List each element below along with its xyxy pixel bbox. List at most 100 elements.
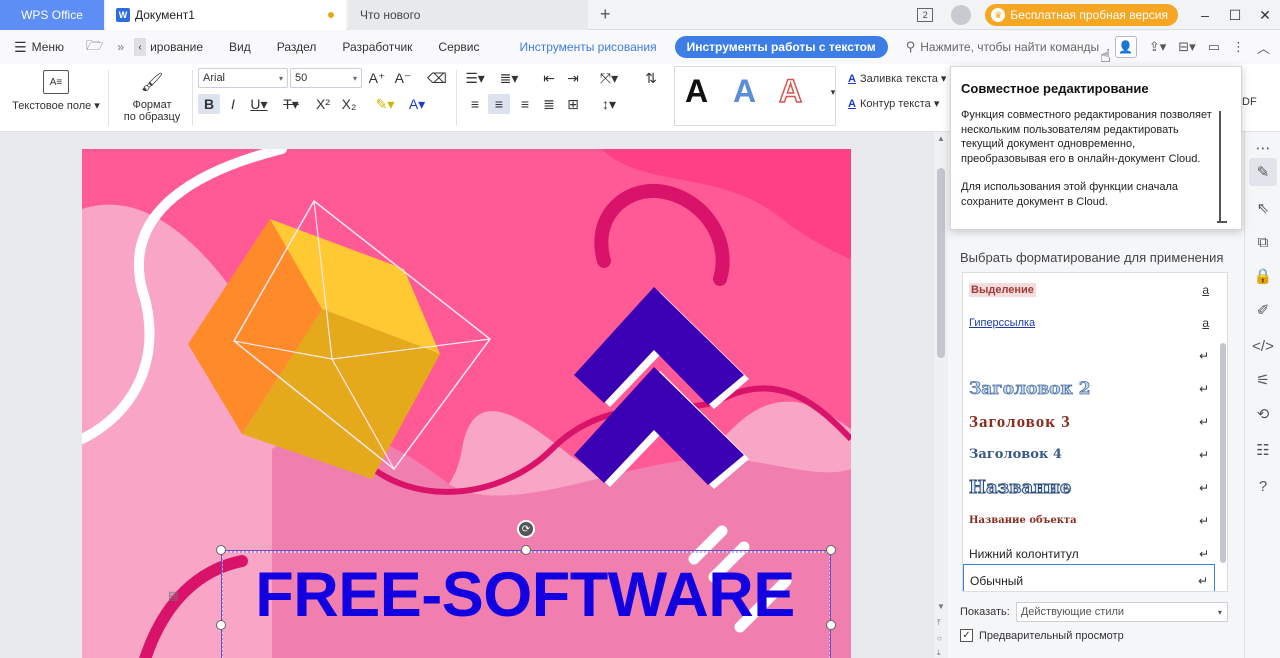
text-styles-gallery[interactable]: A A A xyxy=(674,66,836,126)
share-icon[interactable]: ⇪▾ xyxy=(1149,39,1166,55)
trial-button[interactable]: ♛ Бесплатная пробная версия xyxy=(985,4,1178,26)
bold-icon[interactable]: B xyxy=(198,94,220,114)
style-item-normal[interactable]: Обычный ↵ xyxy=(963,564,1215,591)
collaborate-icon[interactable]: 👤 xyxy=(1114,36,1137,58)
preview-checkbox-row[interactable]: ✓ Предварительный просмотр xyxy=(960,629,1124,642)
select-browse-icon[interactable]: ○ xyxy=(937,634,942,643)
style-item-title[interactable]: Название ↵ xyxy=(963,471,1215,504)
minimize-button[interactable]: – xyxy=(1190,7,1220,23)
align-center-icon[interactable]: ≡ xyxy=(488,94,510,114)
text-direction-icon[interactable]: ⤧▾ xyxy=(598,68,620,88)
rotate-handle-icon[interactable]: ⟳ xyxy=(517,520,535,538)
style-item-heading-2[interactable]: Заголовок 2 ↵ xyxy=(963,372,1215,405)
next-page-icon[interactable]: ⤓ xyxy=(937,648,941,658)
shrink-font-icon[interactable]: A⁻ xyxy=(392,68,414,88)
numbering-icon[interactable]: ≣▾ xyxy=(498,68,520,88)
scroll-left-icon[interactable]: ‹ xyxy=(134,38,147,56)
superscript-icon[interactable]: X² xyxy=(312,94,334,114)
strikethrough-icon[interactable]: T▾ xyxy=(280,94,302,114)
style-outline-a[interactable]: A xyxy=(778,72,803,110)
comment-icon[interactable]: ▭ xyxy=(1208,39,1220,55)
tab-whats-new[interactable]: Что нового xyxy=(348,0,588,30)
window-count-icon[interactable]: 2 xyxy=(917,8,934,22)
italic-icon[interactable]: I xyxy=(222,94,244,114)
line-spacing-icon[interactable]: ↕▾ xyxy=(598,94,620,114)
styles-list[interactable]: Выделение a Гиперссылка a ↵ Заголовок 2 … xyxy=(962,272,1228,592)
resize-handle[interactable] xyxy=(826,545,836,555)
styles-list-scrollbar[interactable] xyxy=(1220,343,1226,563)
maximize-button[interactable]: ☐ xyxy=(1220,7,1250,24)
scrollbar-thumb[interactable] xyxy=(937,168,945,358)
scroll-down-icon[interactable]: ▼ xyxy=(937,602,945,611)
menu-item-review[interactable]: ирование xyxy=(150,40,203,54)
headline-text[interactable]: FREE-SOFTWARE xyxy=(222,551,828,658)
settings-sliders-icon[interactable]: ⚟ xyxy=(1249,366,1277,394)
align-right-icon[interactable]: ≡ xyxy=(514,94,536,114)
resize-handle[interactable] xyxy=(216,545,226,555)
gallery-more-icon[interactable]: ▾ xyxy=(822,82,844,102)
style-item-blank[interactable]: ↵ xyxy=(963,339,1215,372)
clear-format-icon[interactable]: ⌫ xyxy=(426,68,448,88)
style-item-heading-3[interactable]: Заголовок 3 ↵ xyxy=(963,405,1215,438)
justify-icon[interactable]: ≣ xyxy=(538,94,560,114)
list-icon[interactable]: ☷ xyxy=(1249,436,1277,464)
document-page[interactable]: FREE-SOFTWARE ⟳ ▤ xyxy=(82,149,851,658)
resize-handle[interactable] xyxy=(521,545,531,555)
resize-handle[interactable] xyxy=(826,620,836,630)
scroll-up-icon[interactable]: ▲ xyxy=(937,134,945,143)
font-color-icon[interactable]: A▾ xyxy=(406,94,428,114)
tab-drawing-tools[interactable]: Инструменты рисования xyxy=(520,40,657,54)
show-filter-select[interactable]: Действующие стили ▾ xyxy=(1015,602,1228,622)
decrease-indent-icon[interactable]: ⇤ xyxy=(538,68,560,88)
prev-page-icon[interactable]: ⤒ xyxy=(937,618,941,628)
tab-text-tools[interactable]: Инструменты работы с текстом xyxy=(674,36,888,58)
text-fill-button[interactable]: A Заливка текста ▾ xyxy=(848,72,946,86)
main-menu-button[interactable]: ☰ Меню xyxy=(0,39,64,56)
history-icon[interactable]: ⟲ xyxy=(1249,400,1277,428)
highlight-icon[interactable]: ✎▾ xyxy=(374,94,396,114)
edit-doc-icon[interactable]: ✐ xyxy=(1249,296,1277,324)
preview-checkbox[interactable]: ✓ xyxy=(960,629,973,642)
bullets-icon[interactable]: ☰▾ xyxy=(464,68,486,88)
grow-font-icon[interactable]: A⁺ xyxy=(366,68,388,88)
menu-item-tools[interactable]: Сервис xyxy=(438,40,479,54)
underline-icon[interactable]: U▾ xyxy=(248,94,270,114)
pen-icon[interactable]: ✎ xyxy=(1249,158,1277,186)
increase-indent-icon[interactable]: ⇥ xyxy=(562,68,584,88)
subscript-icon[interactable]: X₂ xyxy=(338,94,360,114)
code-icon[interactable]: </> xyxy=(1249,332,1277,360)
menu-item-developer[interactable]: Разработчик xyxy=(342,40,412,54)
tab-document[interactable]: W Документ1 xyxy=(106,0,346,30)
selected-text-box[interactable]: FREE-SOFTWARE ⟳ xyxy=(216,520,836,658)
style-item-hyperlink[interactable]: Гиперссылка a xyxy=(963,306,1215,339)
text-outline-button[interactable]: A Контур текста ▾ xyxy=(848,97,939,111)
command-search[interactable]: ⚲ Нажмите, чтобы найти команды xyxy=(906,39,1099,55)
document-canvas[interactable]: FREE-SOFTWARE ⟳ ▤ xyxy=(0,132,934,658)
menu-item-view[interactable]: Вид xyxy=(229,40,251,54)
close-button[interactable]: ✕ xyxy=(1250,7,1280,24)
text-anchor-icon[interactable]: ▤ xyxy=(168,589,178,602)
resize-handle[interactable] xyxy=(216,620,226,630)
menu-item-section[interactable]: Раздел xyxy=(277,40,317,54)
cursor-icon[interactable]: ⇖ xyxy=(1249,194,1277,222)
collapse-ribbon-icon[interactable]: ︿ xyxy=(1257,38,1270,57)
style-blue-a[interactable]: A xyxy=(733,73,756,110)
help-icon[interactable]: ? xyxy=(1249,472,1277,500)
sort-icon[interactable]: ⇅ xyxy=(640,68,662,88)
vertical-scrollbar[interactable]: ▲ ▼ ⤒ ○ ⤓ xyxy=(934,132,948,658)
style-item-caption[interactable]: Название объекта ↵ xyxy=(963,504,1215,537)
more-icon[interactable]: ⋮ xyxy=(1232,39,1245,55)
style-item-emphasis[interactable]: Выделение a xyxy=(963,273,1215,306)
distribute-icon[interactable]: ⊞ xyxy=(562,94,584,114)
font-name-select[interactable]: Arial ▾ xyxy=(198,68,288,88)
avatar[interactable] xyxy=(951,5,972,25)
style-item-heading-4[interactable]: Заголовок 4 ↵ xyxy=(963,438,1215,471)
tab-wps-office[interactable]: WPS Office xyxy=(0,0,104,30)
font-size-select[interactable]: 50 ▾ xyxy=(290,68,362,88)
format-painter-button[interactable]: 🖌 Формат по образцу xyxy=(114,68,190,124)
open-folder-icon[interactable]: 🗁 xyxy=(86,35,103,59)
align-left-icon[interactable]: ≡ xyxy=(464,94,486,114)
crop-icon[interactable]: ⧉ xyxy=(1249,228,1277,256)
layout-icon[interactable]: ⊟▾ xyxy=(1178,39,1195,55)
lock-icon[interactable]: 🔒 xyxy=(1249,262,1277,290)
